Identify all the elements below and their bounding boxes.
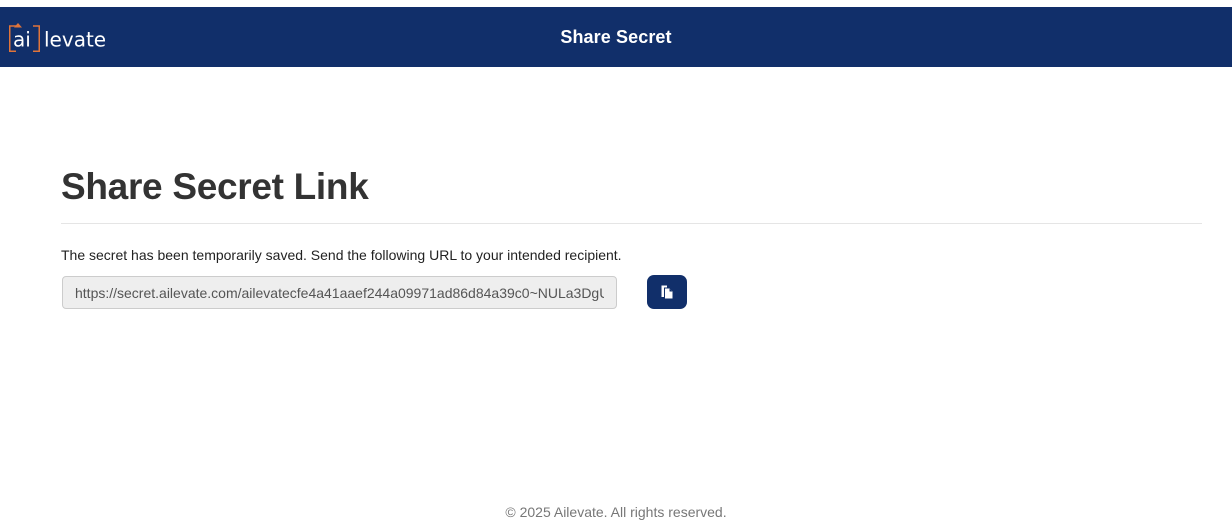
navbar-title: Share Secret bbox=[560, 27, 672, 47]
info-message: The secret has been temporarily saved. S… bbox=[61, 247, 622, 263]
page-title: Share Secret Link bbox=[61, 166, 369, 207]
navbar: ai levate Share Secret bbox=[0, 7, 1232, 67]
top-strip bbox=[0, 0, 1232, 7]
url-row bbox=[61, 275, 1202, 309]
footer: © 2025 Ailevate. All rights reserved. bbox=[505, 504, 727, 520]
divider bbox=[61, 223, 1202, 224]
main-content: Share Secret Link The secret has been te… bbox=[61, 160, 1202, 309]
secret-url-field[interactable] bbox=[62, 276, 617, 309]
copy-url-button[interactable] bbox=[647, 275, 687, 309]
copy-icon bbox=[661, 285, 673, 299]
